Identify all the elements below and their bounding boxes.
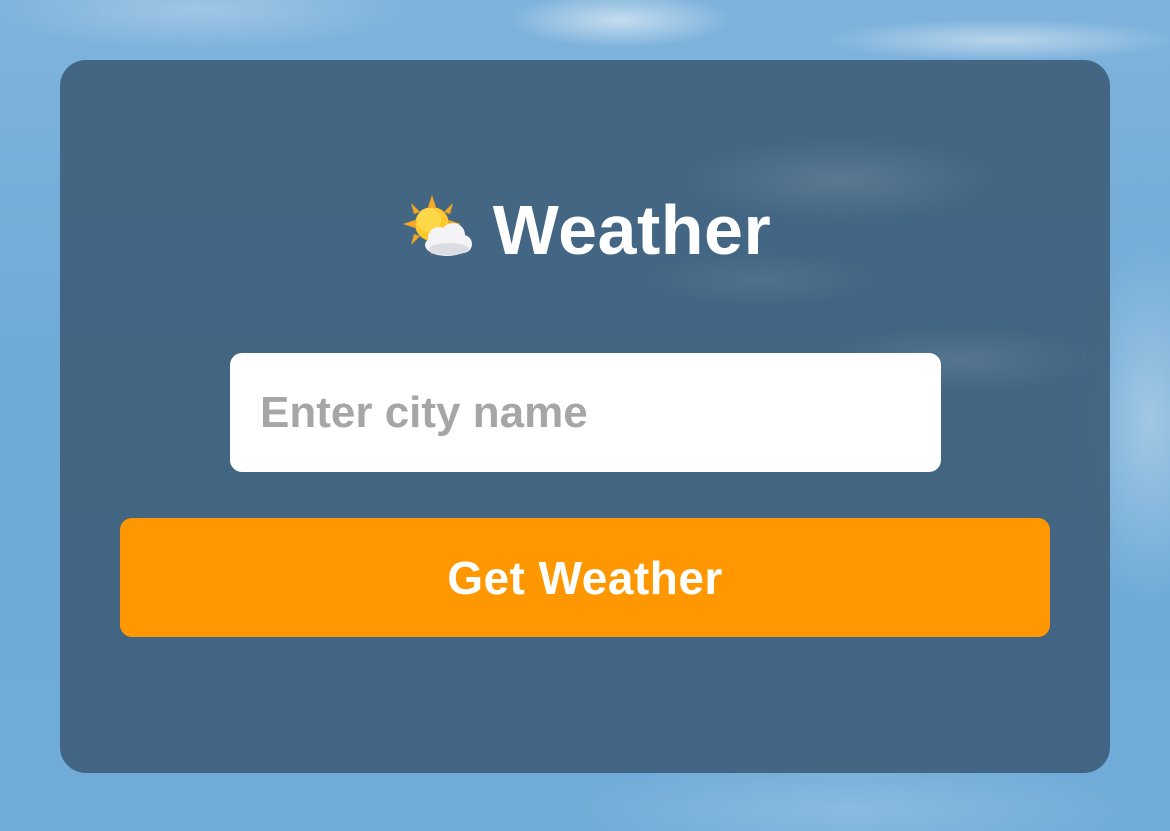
city-search-input[interactable] [230,353,941,472]
weather-card: Weather Get Weather [60,60,1110,773]
get-weather-button[interactable]: Get Weather [120,518,1050,637]
sun-behind-cloud-icon [399,193,473,267]
app-title: Weather [492,191,772,269]
title-row: Weather [60,193,1110,267]
